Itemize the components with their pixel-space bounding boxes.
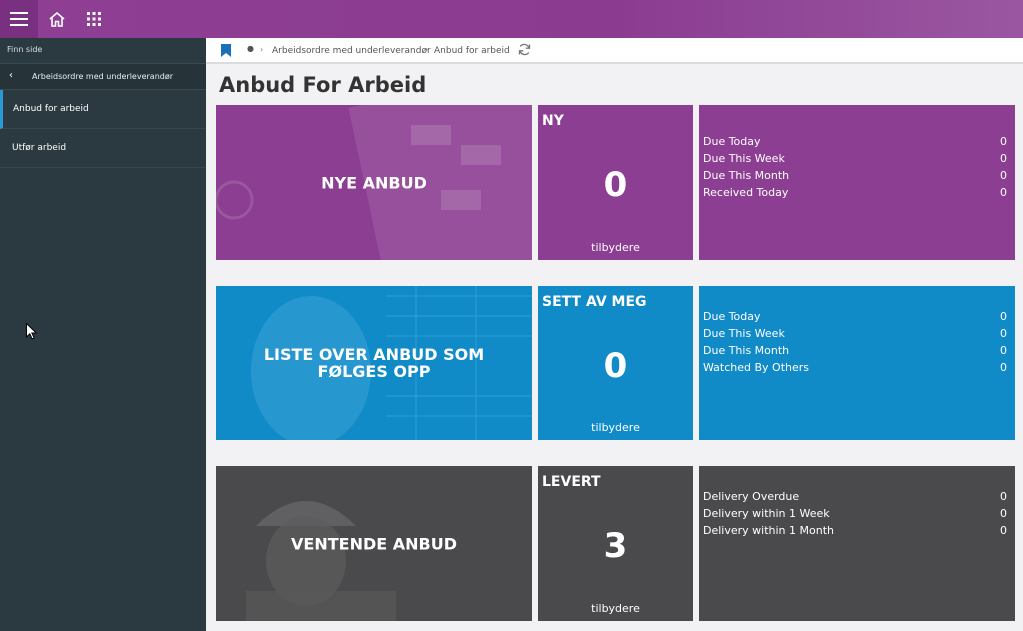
stat-value: 0	[1000, 490, 1007, 503]
sidebar-item-utfor-arbeid[interactable]: Utfør arbeid	[0, 129, 206, 168]
count-value: 3	[603, 526, 628, 566]
hero-label: NYE ANBUD	[321, 173, 427, 192]
count-subtitle: tilbydere	[591, 241, 640, 254]
stat-label: Due Today	[703, 135, 761, 148]
stat-value: 0	[1000, 327, 1007, 340]
stat-value: 0	[1000, 169, 1007, 182]
stat-row: Delivery Overdue 0	[703, 490, 1007, 507]
apps-grid-icon	[87, 12, 101, 26]
hamburger-menu-button[interactable]	[0, 0, 38, 38]
home-icon	[49, 11, 65, 27]
breadcrumb: ● › Arbeidsordre med underleverandør › A…	[206, 38, 1023, 64]
bookmark-icon[interactable]	[221, 44, 231, 57]
stat-label: Due This Month	[703, 169, 790, 182]
hero-tile-ventende-anbud[interactable]: VENTENDE ANBUD	[216, 466, 532, 621]
stat-value: 0	[1000, 344, 1007, 357]
stat-row: Due Today 0	[703, 135, 1007, 152]
stat-label: Due Today	[703, 310, 761, 323]
sidebar-back-label: Arbeidsordre med underleverandør	[32, 72, 174, 81]
count-tile-title: NY	[542, 113, 564, 129]
hero-tile-liste-over-anbud[interactable]: LISTE OVER ANBUD SOM FØLGES OPP	[216, 286, 532, 440]
home-button[interactable]	[38, 0, 76, 38]
hero-label: VENTENDE ANBUD	[291, 534, 457, 553]
mouse-cursor-icon	[26, 323, 37, 340]
breadcrumb-current: Anbud for arbeid	[434, 46, 510, 56]
breadcrumb-separator-icon: ›	[260, 45, 264, 54]
hero-tile-nye-anbud[interactable]: NYE ANBUD	[216, 105, 532, 260]
count-value: 0	[603, 165, 628, 205]
stat-value: 0	[1000, 310, 1007, 323]
stat-value: 0	[1000, 361, 1007, 374]
stat-row: Delivery within 1 Week 0	[703, 507, 1007, 524]
top-bar	[0, 0, 1023, 38]
stat-label: Received Today	[703, 186, 789, 199]
page-title: Anbud For Arbeid	[219, 73, 427, 97]
stat-row: Due This Week 0	[703, 152, 1007, 169]
stat-value: 0	[1000, 135, 1007, 148]
stat-row: Watched By Others 0	[703, 361, 1007, 378]
count-subtitle: tilbydere	[591, 421, 640, 434]
sidebar-item-anbud-for-arbeid[interactable]: Anbud for arbeid	[0, 90, 206, 129]
count-tile-levert[interactable]: LEVERT 3 tilbydere	[538, 466, 693, 621]
count-value: 0	[603, 346, 628, 386]
count-tile-sett-av-meg[interactable]: SETT AV MEG 0 tilbydere	[538, 286, 693, 440]
count-tile-title: LEVERT	[542, 474, 601, 490]
hero-label: LISTE OVER ANBUD SOM FØLGES OPP	[263, 345, 485, 381]
stat-label: Delivery Overdue	[703, 490, 800, 503]
count-tile-title: SETT AV MEG	[542, 294, 647, 310]
stat-row: Delivery within 1 Month 0	[703, 524, 1007, 541]
stat-row: Due This Month 0	[703, 344, 1007, 361]
stat-row: Due This Month 0	[703, 169, 1007, 186]
hamburger-menu-icon	[10, 12, 28, 26]
stat-value: 0	[1000, 186, 1007, 199]
breadcrumb-dot-icon: ●	[247, 44, 254, 53]
stat-label: Delivery within 1 Month	[703, 524, 834, 537]
stat-row: Due Today 0	[703, 310, 1007, 327]
find-page-label[interactable]: Finn side	[7, 45, 42, 54]
stat-label: Due This Week	[703, 327, 785, 340]
sidebar-back-button[interactable]: ‹ Arbeidsordre med underleverandør	[0, 63, 206, 90]
refresh-icon[interactable]	[518, 43, 531, 56]
chevron-left-icon: ‹	[9, 70, 13, 81]
stat-label: Watched By Others	[703, 361, 810, 374]
stat-value: 0	[1000, 524, 1007, 537]
stat-label: Due This Week	[703, 152, 785, 165]
stats-tile-sett-av-meg[interactable]: Due Today 0 Due This Week 0 Due This Month…	[699, 286, 1015, 440]
sidebar-item-label: Utfør arbeid	[12, 143, 67, 153]
apps-button[interactable]	[75, 0, 113, 38]
stats-tile-ny[interactable]: Due Today 0 Due This Week 0 Due This Month…	[699, 105, 1015, 260]
count-subtitle: tilbydere	[591, 602, 640, 615]
sidebar-item-label: Anbud for arbeid	[13, 104, 89, 114]
stat-row: Due This Week 0	[703, 327, 1007, 344]
count-tile-ny[interactable]: NY 0 tilbydere	[538, 105, 693, 260]
stat-label: Due This Month	[703, 344, 790, 357]
stat-value: 0	[1000, 507, 1007, 520]
stat-value: 0	[1000, 152, 1007, 165]
stat-label: Delivery within 1 Week	[703, 507, 830, 520]
stats-tile-levert[interactable]: Delivery Overdue 0 Delivery within 1 Week…	[699, 466, 1015, 621]
breadcrumb-separator-icon: ›	[425, 45, 429, 54]
breadcrumb-link-parent[interactable]: Arbeidsordre med underleverandør	[272, 46, 431, 56]
stat-row: Received Today 0	[703, 186, 1007, 203]
